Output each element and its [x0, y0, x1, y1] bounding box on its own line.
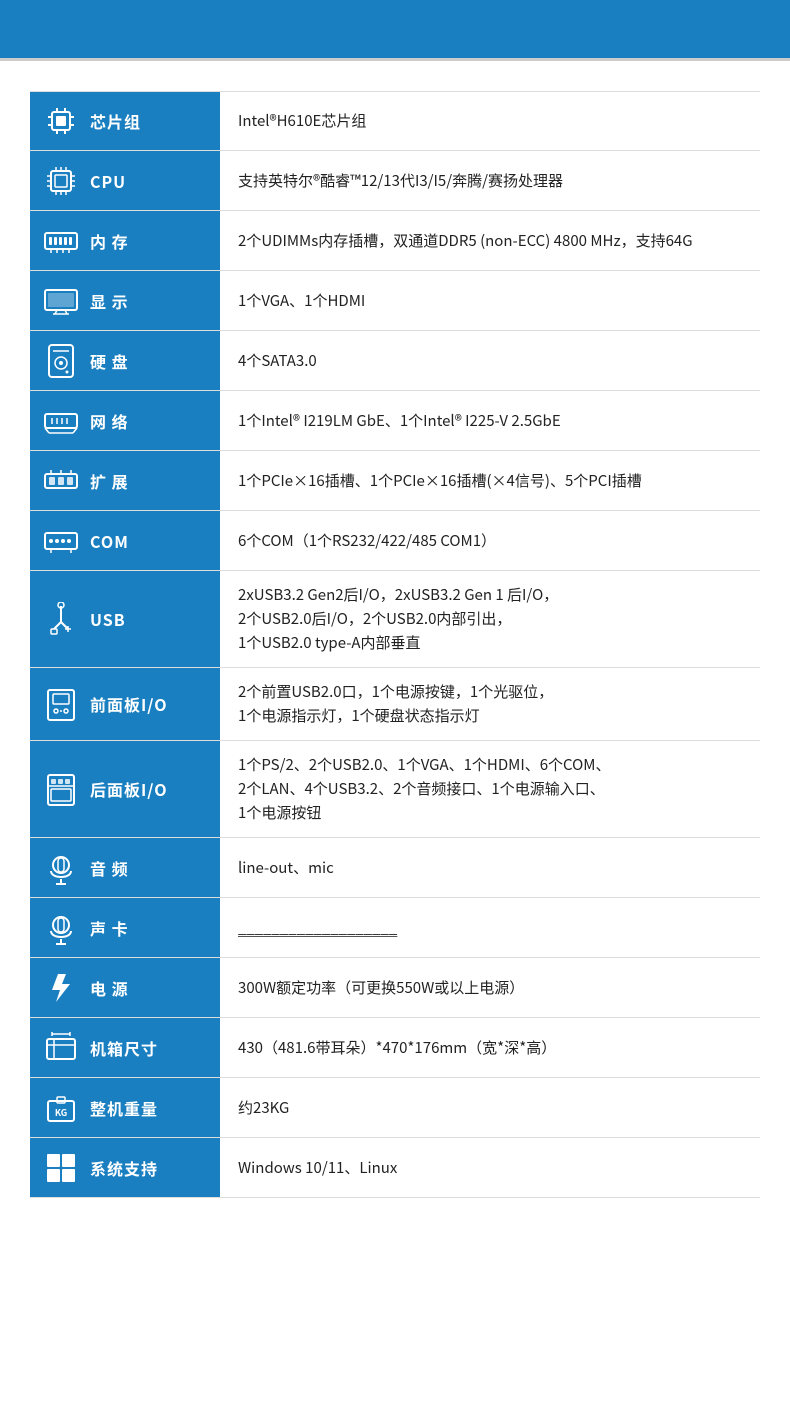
spec-label-text-case-size: 机箱尺寸 [90, 1036, 158, 1060]
spec-label-display: 显 示 [30, 271, 220, 330]
spec-value-memory: 2个UDIMMs内存插槽，双通道DDR5 (non-ECC) 4800 MHz，… [220, 211, 760, 270]
spec-value-rear-io: 1个PS/2、2个USB2.0、1个VGA、1个HDMI、6个COM、2个LAN… [220, 741, 760, 837]
spec-label-text-power: 电 源 [90, 976, 129, 1000]
spec-label-rear-io: 后面板I/O [30, 741, 220, 837]
spec-row-memory: 内 存 2个UDIMMs内存插槽，双通道DDR5 (non-ECC) 4800 M… [30, 211, 760, 271]
spec-label-audio: 音 频 [30, 838, 220, 897]
spec-row-usb: USB 2xUSB3.2 Gen2后I/O，2xUSB3.2 Gen 1 后I/O… [30, 571, 760, 668]
spec-value-usb: 2xUSB3.2 Gen2后I/O，2xUSB3.2 Gen 1 后I/O，2个… [220, 571, 760, 667]
spec-row-display: 显 示 1个VGA、1个HDMI [30, 271, 760, 331]
audio-icon [42, 849, 80, 887]
case-size-icon [42, 1029, 80, 1067]
spec-label-text-expansion: 扩 展 [90, 469, 129, 493]
spec-value-audio: line-out、mic [220, 838, 760, 897]
spec-value-network: 1个Intel® I219LM GbE、1个Intel® I225-V 2.5G… [220, 391, 760, 450]
spec-label-cpu: CPU [30, 151, 220, 210]
spec-table: 芯片组 Intel®H610E芯片组 CPU 支持英特尔®酷睿™12/13代I3/I… [0, 91, 790, 1228]
spec-label-memory: 内 存 [30, 211, 220, 270]
spec-label-text-harddisk: 硬 盘 [90, 349, 129, 373]
spec-label-text-sound-card: 声 卡 [90, 916, 129, 940]
spec-label-text-chipset: 芯片组 [90, 109, 141, 133]
spec-label-chipset: 芯片组 [30, 92, 220, 150]
spec-row-os: 系统支持 Windows 10/11、Linux [30, 1138, 760, 1198]
spec-label-text-usb: USB [90, 607, 126, 631]
spec-value-cpu: 支持英特尔®酷睿™12/13代I3/I5/奔腾/赛扬处理器 [220, 151, 760, 210]
expansion-icon [42, 462, 80, 500]
spec-label-text-cpu: CPU [90, 169, 126, 193]
memory-icon [42, 222, 80, 260]
spec-label-front-io: 前面板I/O [30, 668, 220, 740]
spec-row-case-size: 机箱尺寸 430（481.6带耳朵）*470*176mm（宽*深*高） [30, 1018, 760, 1078]
cpu-icon [42, 162, 80, 200]
front-io-icon [42, 685, 80, 723]
spec-value-case-size: 430（481.6带耳朵）*470*176mm（宽*深*高） [220, 1018, 760, 1077]
spec-label-sound-card: 声 卡 [30, 898, 220, 957]
spec-row-audio: 音 频 line-out、mic [30, 838, 760, 898]
spec-label-text-network: 网 络 [90, 409, 129, 433]
spec-label-text-rear-io: 后面板I/O [90, 777, 168, 801]
display-icon [42, 282, 80, 320]
spec-label-com: COM [30, 511, 220, 570]
spec-label-network: 网 络 [30, 391, 220, 450]
spec-label-power: 电 源 [30, 958, 220, 1017]
spec-value-weight: 约23KG [220, 1078, 760, 1137]
rear-io-icon [42, 770, 80, 808]
spec-label-harddisk: 硬 盘 [30, 331, 220, 390]
spec-value-power: 300W额定功率（可更换550W或以上电源） [220, 958, 760, 1017]
spec-label-os: 系统支持 [30, 1138, 220, 1197]
spec-label-text-weight: 整机重量 [90, 1096, 158, 1120]
spec-row-com: COM 6个COM（1个RS232/422/485 COM1） [30, 511, 760, 571]
page-header [0, 0, 790, 58]
harddisk-icon [42, 342, 80, 380]
spec-value-display: 1个VGA、1个HDMI [220, 271, 760, 330]
spec-row-cpu: CPU 支持英特尔®酷睿™12/13代I3/I5/奔腾/赛扬处理器 [30, 151, 760, 211]
spec-label-text-audio: 音 频 [90, 856, 129, 880]
spec-row-power: 电 源 300W额定功率（可更换550W或以上电源） [30, 958, 760, 1018]
power-icon [42, 969, 80, 1007]
spec-value-harddisk: 4个SATA3.0 [220, 331, 760, 390]
spec-row-chipset: 芯片组 Intel®H610E芯片组 [30, 91, 760, 151]
svg-text:KG: KG [55, 1106, 67, 1119]
sound-card-icon [42, 909, 80, 947]
spec-row-weight: KG 整机重量约23KG [30, 1078, 760, 1138]
os-icon [42, 1149, 80, 1187]
spec-row-harddisk: 硬 盘 4个SATA3.0 [30, 331, 760, 391]
spec-value-sound-card: ___________________ [220, 898, 760, 957]
usb-icon [42, 600, 80, 638]
spec-label-text-front-io: 前面板I/O [90, 692, 168, 716]
spec-label-text-memory: 内 存 [90, 229, 129, 253]
spec-row-rear-io: 后面板I/O 1个PS/2、2个USB2.0、1个VGA、1个HDMI、6个COM… [30, 741, 760, 838]
spacer [0, 61, 790, 91]
spec-row-expansion: 扩 展 1个PCIe×16插槽、1个PCIe×16插槽(×4信号)、5个PCI插槽 [30, 451, 760, 511]
chipset-icon [42, 102, 80, 140]
spec-label-case-size: 机箱尺寸 [30, 1018, 220, 1077]
spec-row-front-io: 前面板I/O 2个前置USB2.0口，1个电源按键，1个光驱位，1个电源指示灯，1… [30, 668, 760, 741]
spec-label-text-display: 显 示 [90, 289, 129, 313]
spec-value-os: Windows 10/11、Linux [220, 1138, 760, 1197]
spec-value-front-io: 2个前置USB2.0口，1个电源按键，1个光驱位，1个电源指示灯，1个硬盘状态指… [220, 668, 760, 740]
spec-value-com: 6个COM（1个RS232/422/485 COM1） [220, 511, 760, 570]
spec-label-text-os: 系统支持 [90, 1156, 158, 1180]
network-icon [42, 402, 80, 440]
weight-icon: KG [42, 1089, 80, 1127]
spec-label-usb: USB [30, 571, 220, 667]
spec-label-expansion: 扩 展 [30, 451, 220, 510]
spec-value-chipset: Intel®H610E芯片组 [220, 92, 760, 150]
spec-label-text-com: COM [90, 529, 129, 553]
com-icon [42, 522, 80, 560]
spec-label-weight: KG 整机重量 [30, 1078, 220, 1137]
spec-row-network: 网 络 1个Intel® I219LM GbE、1个Intel® I225-V 2… [30, 391, 760, 451]
spec-value-expansion: 1个PCIe×16插槽、1个PCIe×16插槽(×4信号)、5个PCI插槽 [220, 451, 760, 510]
spec-row-sound-card: 声 卡 ___________________ [30, 898, 760, 958]
